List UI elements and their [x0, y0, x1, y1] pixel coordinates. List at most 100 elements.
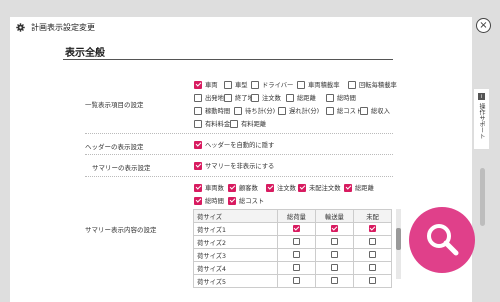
checkbox-icon[interactable] [266, 183, 274, 192]
checkbox-icon[interactable] [331, 225, 338, 232]
list-option-checkbox[interactable]: 有料料金 [194, 119, 230, 128]
checkbox-icon[interactable] [348, 80, 356, 89]
list-option-checkbox[interactable]: 総コスト [326, 106, 362, 115]
support-side-tab[interactable]: i 操作サポート [473, 88, 489, 150]
check-cell [315, 274, 354, 288]
check-cell [353, 248, 392, 262]
list-option-checkbox[interactable]: 有料距離 [230, 119, 266, 128]
list-option-checkbox[interactable]: 遅れ計(分) [278, 106, 319, 115]
magnifier-icon [427, 224, 459, 256]
checkbox-icon[interactable] [278, 106, 286, 115]
column-header: 荷サイズ [193, 209, 278, 223]
checkbox-icon[interactable] [369, 250, 376, 258]
checkbox-icon[interactable] [326, 106, 334, 115]
checkbox-icon[interactable] [251, 80, 259, 89]
checkbox-icon[interactable] [194, 93, 202, 102]
checkbox-icon[interactable] [360, 106, 368, 115]
close-icon[interactable]: × [479, 20, 487, 31]
size-name-cell: 荷サイズ2 [193, 235, 278, 249]
checkbox-label: 稼動時間 [205, 108, 231, 115]
checkbox-icon[interactable] [194, 140, 202, 149]
checkbox-icon[interactable] [228, 196, 236, 205]
close-button[interactable]: × [476, 18, 491, 33]
checkbox-icon[interactable] [194, 80, 202, 89]
checkbox-icon[interactable] [298, 183, 306, 192]
summary-option-checkbox[interactable]: 未配注文数 [298, 183, 340, 192]
list-option-checkbox[interactable]: 車型 [224, 80, 248, 89]
checkbox-label: 顧客数 [239, 185, 258, 192]
list-option-checkbox[interactable]: 回転毎積載率 [348, 80, 397, 89]
list-option-checkbox[interactable]: 車両積載率 [297, 80, 339, 89]
list-option-checkbox[interactable]: 注文数 [251, 93, 281, 102]
checkbox-icon[interactable] [194, 183, 202, 192]
list-option-checkbox[interactable]: 総収入 [360, 106, 390, 115]
checkbox-label: サマリーを非表示にする [205, 163, 275, 170]
list-option-checkbox[interactable]: ドライバー [251, 80, 293, 89]
list-option-checkbox[interactable]: 出発地 [194, 93, 224, 102]
checkbox-icon[interactable] [228, 183, 236, 192]
header-autohide-checkbox[interactable]: ヘッダーを自動的に隠す [194, 140, 274, 149]
size-name-cell: 荷サイズ1 [193, 222, 278, 236]
list-option-checkbox[interactable]: 総時間 [326, 93, 356, 102]
checkbox-label: ヘッダーを自動的に隠す [205, 142, 275, 149]
checkbox-label: 総コスト [337, 108, 363, 115]
checkbox-label: 車両数 [205, 185, 224, 192]
summary-content-label: サマリー表示内容の設定 [85, 226, 157, 234]
checkbox-icon[interactable] [224, 80, 232, 89]
dialog-scrollbar-thumb[interactable] [480, 168, 485, 226]
checkbox-icon[interactable] [251, 93, 259, 102]
list-option-checkbox[interactable]: 稼動時間 [194, 106, 230, 115]
list-option-checkbox[interactable]: 総距離 [286, 93, 316, 102]
header-setting-label: ヘッダーの表示設定 [85, 143, 144, 151]
zoom-button[interactable] [409, 207, 475, 273]
checkbox-icon[interactable] [331, 250, 338, 258]
summary-option-checkbox[interactable]: 顧客数 [228, 183, 258, 192]
summary-option-checkbox[interactable]: 注文数 [266, 183, 296, 192]
list-option-checkbox[interactable]: 待ち計(分) [234, 106, 275, 115]
checkbox-icon[interactable] [326, 93, 334, 102]
column-header: 未配 [353, 209, 392, 223]
checkbox-icon[interactable] [331, 276, 338, 284]
checkbox-icon[interactable] [344, 183, 352, 192]
summary-option-checkbox[interactable]: 総距離 [344, 183, 374, 192]
checkbox-icon[interactable] [224, 93, 232, 102]
table-row: 荷サイズ1 [193, 222, 392, 236]
checkbox-icon[interactable] [293, 276, 300, 284]
summary-option-checkbox[interactable]: 車両数 [194, 183, 224, 192]
checkbox-icon[interactable] [369, 276, 376, 284]
checkbox-icon[interactable] [286, 93, 294, 102]
checkbox-icon[interactable] [369, 263, 376, 271]
checkbox-icon[interactable] [194, 106, 202, 115]
checkbox-icon[interactable] [331, 237, 338, 245]
table-row: 荷サイズ5 [193, 274, 392, 288]
table-row: 荷サイズ3 [193, 248, 392, 262]
checkbox-icon[interactable] [369, 225, 376, 232]
checkbox-icon[interactable] [234, 106, 242, 115]
checkbox-label: 有料料金 [205, 121, 231, 128]
summary-option-checkbox[interactable]: 総コスト [228, 196, 264, 205]
checkbox-icon[interactable] [369, 237, 376, 245]
checkbox-label: 未配注文数 [309, 185, 341, 192]
check-cell [277, 274, 316, 288]
checkbox-icon[interactable] [293, 225, 300, 232]
check-cell [353, 222, 392, 236]
checkbox-label: 総収入 [371, 108, 390, 115]
list-option-checkbox[interactable]: 終了地 [224, 93, 254, 102]
checkbox-icon[interactable] [293, 237, 300, 245]
table-scrollbar-thumb[interactable] [396, 228, 401, 250]
table-header-row: 荷サイズ 総荷量 輸送量 未配 [193, 209, 392, 223]
checkbox-icon[interactable] [194, 161, 202, 170]
check-cell [277, 248, 316, 262]
summary-hide-checkbox[interactable]: サマリーを非表示にする [194, 161, 274, 170]
summary-option-checkbox[interactable]: 総時間 [194, 196, 224, 205]
row-divider [85, 133, 393, 134]
checkbox-icon[interactable] [293, 263, 300, 271]
checkbox-icon[interactable] [194, 119, 202, 128]
gear-icon [16, 23, 25, 32]
checkbox-icon[interactable] [230, 119, 238, 128]
list-option-checkbox[interactable]: 車両 [194, 80, 218, 89]
checkbox-icon[interactable] [293, 250, 300, 258]
checkbox-icon[interactable] [297, 80, 305, 89]
checkbox-icon[interactable] [331, 263, 338, 271]
checkbox-icon[interactable] [194, 196, 202, 205]
